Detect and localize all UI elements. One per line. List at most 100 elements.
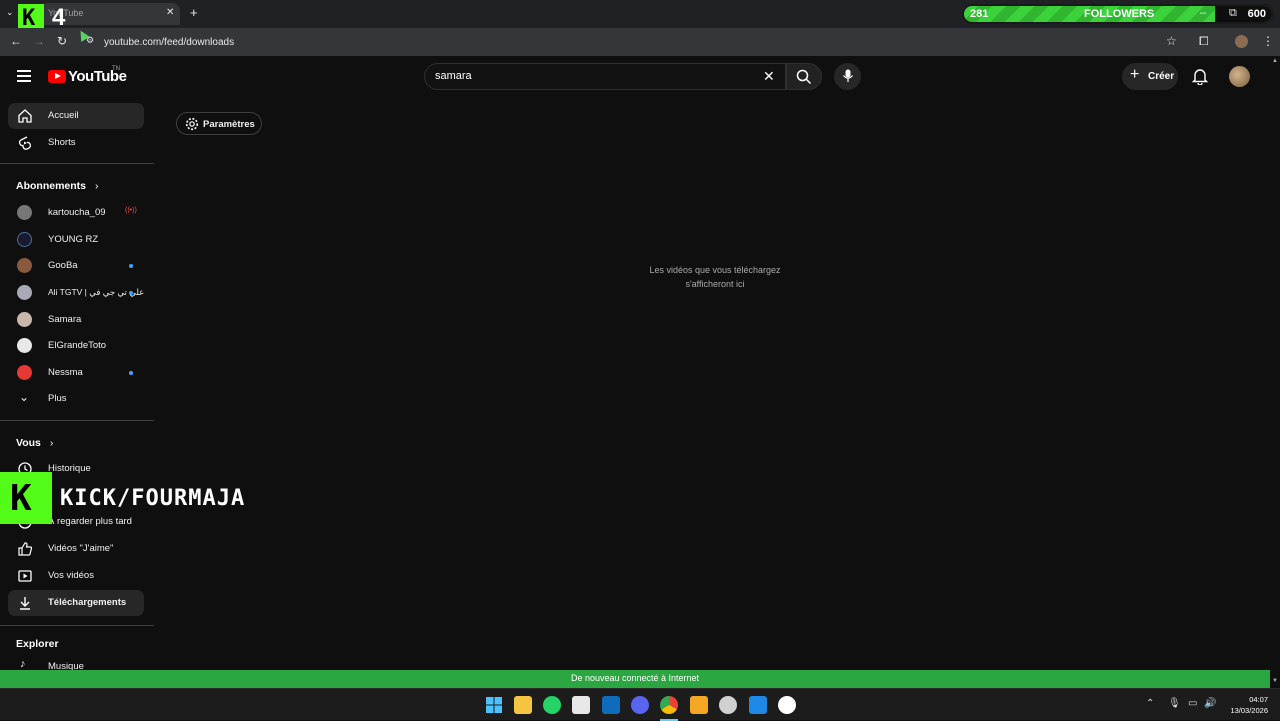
followers-label: FOLLOWERS — [1084, 8, 1155, 20]
microphone-icon — [843, 69, 853, 82]
channel-avatar — [17, 312, 32, 327]
store-icon[interactable] — [572, 696, 590, 714]
channel-avatar — [17, 258, 32, 273]
sidebar-item-label: Musique — [48, 661, 84, 670]
sidebar-channel[interactable]: Nessma — [8, 360, 144, 386]
sidebar-item-downloads[interactable]: Téléchargements — [8, 590, 144, 616]
sidebar-channel[interactable]: GooBa — [8, 253, 144, 279]
download-icon — [20, 597, 30, 610]
obs-icon[interactable] — [719, 696, 737, 714]
sidebar-channel[interactable]: kartoucha_09 ((•)) — [8, 200, 144, 226]
chrome-icon[interactable] — [660, 696, 678, 714]
reload-icon[interactable]: ↻ — [57, 34, 67, 48]
channel-name: Nessma — [48, 367, 83, 378]
sidebar-channel[interactable]: Samara — [8, 307, 144, 333]
settings-label: Paramètres — [203, 119, 255, 130]
windows-start-icon[interactable] — [485, 696, 503, 714]
forward-icon[interactable]: → — [33, 34, 45, 48]
chevron-right-icon: › — [94, 180, 99, 192]
sidebar-item-label: Accueil — [48, 110, 79, 121]
sidebar-divider — [0, 420, 154, 421]
chevron-down-icon: ⌄ — [19, 390, 30, 404]
whatsapp-icon[interactable] — [543, 696, 561, 714]
settings-button[interactable]: Paramètres — [176, 112, 262, 135]
live-indicator-icon: ((•)) — [125, 207, 137, 214]
tab-close-icon[interactable]: ✕ — [166, 7, 174, 18]
voice-search-button[interactable] — [834, 63, 861, 90]
sidebar-item-label: Téléchargements — [48, 597, 127, 608]
empty-message-line: s'afficheront ici — [685, 279, 745, 289]
scroll-up-icon[interactable]: ▲ — [1272, 58, 1278, 64]
youtube-logo-icon[interactable] — [48, 70, 66, 83]
guide-menu-icon[interactable] — [17, 70, 31, 82]
app-icon[interactable] — [690, 696, 708, 714]
banner-text: De nouveau connecté à Internet — [570, 673, 700, 683]
channel-name: Samara — [48, 314, 82, 325]
photos-icon[interactable] — [749, 696, 767, 714]
subscriptions-title: Abonnements — [16, 180, 87, 192]
tray-overflow-icon[interactable]: ⌃ — [1146, 698, 1154, 709]
file-explorer-icon[interactable] — [514, 696, 532, 714]
browser-profile-avatar[interactable] — [1235, 35, 1248, 48]
clear-search-icon[interactable]: ✕ — [763, 68, 775, 85]
tab-search-chevron-icon[interactable]: ⌄ — [6, 7, 14, 18]
url-field[interactable]: youtube.com/feed/downloads — [104, 37, 234, 48]
new-content-dot — [129, 371, 133, 375]
kick-logo: K — [18, 4, 44, 31]
sidebar-item-liked[interactable]: Vidéos "J'aime" — [8, 536, 144, 562]
channel-avatar — [17, 232, 32, 247]
connection-restored-banner: De nouveau connecté à Internet — [0, 670, 1270, 688]
sidebar-channel[interactable]: YOUNG RZ — [8, 227, 144, 253]
microphone-tray-icon[interactable]: 🎙 — [1168, 698, 1181, 709]
browser-address-bar: ← → ↻ ⚙ youtube.com/feed/downloads ☆ ⧠ ⋮ — [0, 28, 1280, 56]
sidebar-channel[interactable]: ElGrandeToto — [8, 333, 144, 359]
sidebar-item-music[interactable]: ♪ Musique — [8, 654, 144, 670]
sidebar-item-label: Vos vidéos — [48, 570, 94, 581]
back-icon[interactable]: ← — [10, 34, 22, 48]
create-label: Créer — [1148, 71, 1175, 82]
app-icon[interactable] — [778, 696, 796, 714]
create-button[interactable]: + Créer — [1122, 63, 1178, 90]
account-avatar[interactable] — [1229, 66, 1250, 87]
explore-heading: Explorer — [16, 638, 59, 650]
sidebar-item-label: À regarder plus tard — [48, 516, 132, 527]
gear-icon — [185, 117, 199, 131]
volume-icon[interactable]: 🔊 — [1204, 698, 1216, 709]
sidebar-item-home[interactable]: Accueil — [8, 103, 144, 129]
followers-count: 281 — [970, 8, 989, 20]
clock-time: 04:07 — [1249, 695, 1268, 704]
page-scrollbar[interactable] — [1270, 56, 1280, 688]
extensions-icon[interactable]: ⧠ — [1199, 34, 1209, 49]
channel-name: ElGrandeToto — [48, 340, 107, 351]
kick-watermark-text: KICK/FOURMAJA — [60, 486, 246, 511]
sidebar-channel[interactable]: Ali TGTV | علي تي جي في — [8, 280, 144, 306]
kick-watermark-logo: K — [0, 472, 52, 524]
sidebar-item-shorts[interactable]: Shorts — [8, 130, 144, 156]
new-tab-icon[interactable]: + — [190, 5, 198, 20]
subscriptions-heading[interactable]: Abonnements › — [16, 180, 98, 192]
network-icon[interactable]: ▭ — [1188, 698, 1197, 709]
search-input[interactable]: samara ✕ — [424, 63, 786, 90]
sidebar-divider — [0, 163, 154, 164]
system-clock[interactable]: 04:07 13/03/2026 — [1224, 694, 1268, 716]
scroll-down-icon[interactable]: ▼ — [1272, 678, 1278, 684]
notifications-bell-icon[interactable] — [1192, 68, 1208, 85]
home-icon — [18, 109, 32, 123]
minimize-icon[interactable]: – — [1200, 7, 1206, 19]
search-button[interactable] — [786, 63, 822, 90]
sidebar-divider — [0, 625, 154, 626]
channel-avatar — [17, 338, 32, 353]
discord-icon[interactable] — [631, 696, 649, 714]
sidebar-item-your-videos[interactable]: Vos vidéos — [8, 563, 144, 589]
browser-menu-icon[interactable]: ⋮ — [1262, 34, 1274, 48]
you-heading[interactable]: Vous › — [16, 437, 53, 449]
sidebar-item-more[interactable]: ⌄ Plus — [8, 386, 144, 412]
bookmark-star-icon[interactable]: ☆ — [1166, 34, 1177, 48]
outlook-icon[interactable] — [602, 696, 620, 714]
plus-icon: + — [1130, 66, 1140, 83]
chevron-right-icon: › — [49, 437, 54, 449]
new-content-dot — [129, 291, 133, 295]
empty-message-line: Les vidéos que vous téléchargez — [649, 265, 781, 275]
new-content-dot — [129, 264, 133, 268]
restore-icon[interactable]: ⧉ — [1229, 7, 1237, 20]
